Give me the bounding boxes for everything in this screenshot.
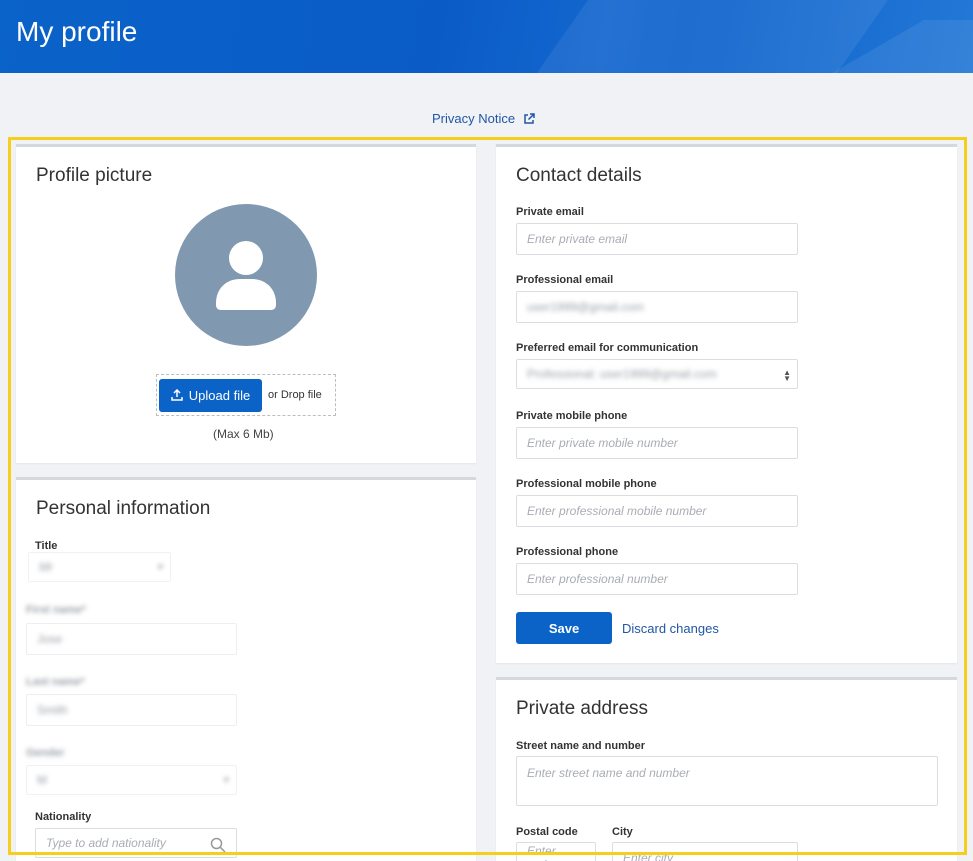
professional-mobile-placeholder: Enter professional mobile number (527, 504, 707, 518)
profile-picture-card: Profile picture Upload file or Drop file… (16, 144, 476, 463)
professional-email-label: Professional email (516, 274, 614, 286)
gender-select[interactable]: M ▾ (26, 765, 237, 795)
first-name-input[interactable]: Jose (26, 623, 237, 655)
postal-code-placeholder: Enter code (527, 844, 556, 861)
private-email-input[interactable]: Enter private email (516, 223, 798, 255)
preferred-email-label: Preferred email for communication (516, 342, 699, 354)
street-input[interactable]: Enter street name and number (516, 756, 938, 806)
city-label: City (612, 826, 633, 838)
avatar (175, 204, 317, 346)
postal-code-input[interactable]: Enter code (516, 842, 596, 861)
city-placeholder: Enter city (623, 851, 674, 861)
postal-code-label: Postal code (516, 826, 578, 838)
professional-phone-label: Professional phone (516, 546, 619, 558)
profile-picture-title: Profile picture (36, 165, 153, 186)
chevron-down-icon: ▾ (156, 561, 162, 573)
nationality-label: Nationality (35, 811, 92, 823)
nationality-input[interactable]: Type to add nationality (35, 828, 237, 858)
street-label: Street name and number (516, 740, 645, 752)
last-name-input[interactable]: Smith (26, 694, 237, 726)
preferred-email-select[interactable]: Professional: user1999@gmail.com ▲ ▼ (516, 359, 798, 389)
private-address-title: Private address (516, 698, 649, 719)
discard-changes-link[interactable]: Discard changes (622, 621, 719, 636)
last-name-label: Last name* (26, 676, 85, 688)
private-email-label: Private email (516, 206, 584, 218)
professional-mobile-input[interactable]: Enter professional mobile number (516, 495, 798, 527)
user-icon (216, 241, 276, 310)
upload-icon (171, 389, 183, 401)
professional-mobile-label: Professional mobile phone (516, 478, 657, 490)
professional-phone-input[interactable]: Enter professional number (516, 563, 798, 595)
search-icon (210, 837, 226, 853)
gender-label: Gender (26, 747, 65, 759)
city-input[interactable]: Enter city (612, 842, 798, 861)
contact-details-card: Contact details Private email Enter priv… (496, 144, 957, 663)
private-mobile-label: Private mobile phone (516, 410, 628, 422)
upload-file-button[interactable]: Upload file (159, 378, 262, 412)
last-name-value: Smith (37, 703, 68, 717)
select-arrows-icon: ▲ ▼ (783, 368, 791, 383)
private-mobile-input[interactable]: Enter private mobile number (516, 427, 798, 459)
page-header: My profile (0, 0, 973, 73)
street-placeholder: Enter street name and number (527, 766, 690, 780)
save-button[interactable]: Save (516, 612, 612, 644)
gender-value: M (37, 773, 47, 787)
page-title: My profile (16, 16, 138, 47)
preferred-email-value: Professional: user1999@gmail.com (527, 367, 717, 381)
private-email-placeholder: Enter private email (527, 232, 628, 246)
upload-file-label: Upload file (188, 387, 251, 403)
file-drop-zone[interactable]: Upload file or Drop file (156, 374, 336, 416)
drop-file-label: or Drop file (268, 389, 322, 401)
max-size-note: (Max 6 Mb) (213, 427, 274, 441)
personal-information-card: Personal information Title Mr ▾ First na… (16, 477, 476, 861)
privacy-notice-label: Privacy Notice (432, 111, 516, 126)
first-name-value: Jose (37, 632, 63, 646)
private-address-card: Private address Street name and number E… (496, 677, 957, 861)
contact-details-title: Contact details (516, 165, 642, 186)
professional-email-value: user1999@gmail.com (527, 300, 644, 314)
personal-information-title: Personal information (36, 498, 211, 519)
chevron-down-icon: ▾ (222, 774, 228, 786)
private-mobile-placeholder: Enter private mobile number (527, 436, 678, 450)
title-label: Title (35, 540, 58, 552)
title-value: Mr (39, 560, 53, 574)
nationality-placeholder: Type to add nationality (46, 836, 166, 850)
professional-phone-placeholder: Enter professional number (527, 572, 668, 586)
professional-email-input[interactable]: user1999@gmail.com (516, 291, 798, 323)
title-select[interactable]: Mr ▾ (28, 552, 171, 582)
external-link-icon (524, 112, 535, 124)
first-name-label: First name* (26, 604, 86, 616)
privacy-notice-link[interactable]: Privacy Notice (432, 111, 535, 126)
